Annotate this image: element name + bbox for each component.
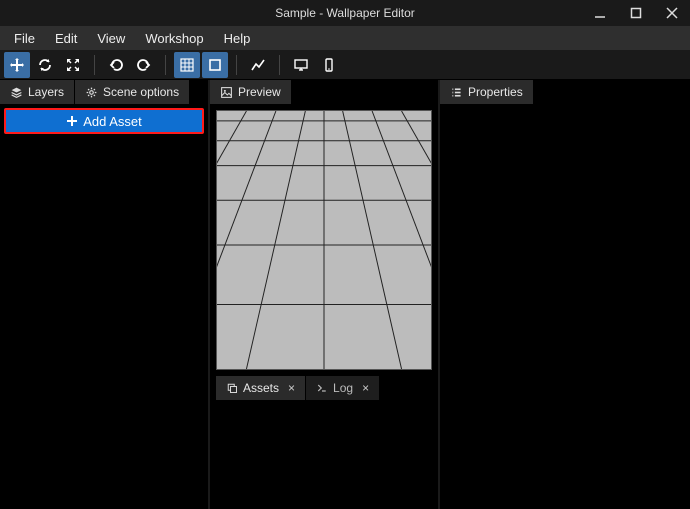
- toolbar-separator: [279, 55, 280, 75]
- tab-layers[interactable]: Layers: [0, 80, 75, 104]
- bounds-tool-button[interactable]: [202, 52, 228, 78]
- tab-layers-label: Layers: [28, 85, 64, 99]
- mobile-preview-button[interactable]: [316, 52, 342, 78]
- move-tool-button[interactable]: [4, 52, 30, 78]
- toolbar-separator: [165, 55, 166, 75]
- undo-button[interactable]: [103, 52, 129, 78]
- tab-preview[interactable]: Preview: [210, 80, 292, 104]
- preview-viewport[interactable]: [216, 110, 432, 370]
- gear-icon: [85, 86, 98, 99]
- tab-properties[interactable]: Properties: [440, 80, 534, 104]
- tab-scene-options[interactable]: Scene options: [75, 80, 190, 104]
- add-asset-button[interactable]: Add Asset: [4, 108, 204, 134]
- add-asset-label: Add Asset: [83, 114, 142, 129]
- menu-help[interactable]: Help: [214, 26, 261, 50]
- menu-edit[interactable]: Edit: [45, 26, 87, 50]
- menubar: File Edit View Workshop Help: [0, 26, 690, 50]
- close-button[interactable]: [654, 0, 690, 26]
- tab-log[interactable]: Log ×: [306, 376, 380, 400]
- tab-log-label: Log: [333, 381, 353, 395]
- left-panel: Layers Scene options Add Asset: [0, 80, 210, 509]
- minimize-button[interactable]: [582, 0, 618, 26]
- preview-area: Assets × Log ×: [210, 104, 438, 509]
- tab-assets[interactable]: Assets ×: [216, 376, 306, 400]
- tab-assets-label: Assets: [243, 381, 279, 395]
- terminal-icon: [316, 382, 328, 394]
- left-tab-strip: Layers Scene options: [0, 80, 208, 104]
- desktop-preview-button[interactable]: [288, 52, 314, 78]
- toolbar-separator: [236, 55, 237, 75]
- add-asset-wrap: Add Asset: [0, 104, 208, 138]
- stats-tool-button[interactable]: [245, 52, 271, 78]
- toolbar-separator: [94, 55, 95, 75]
- properties-panel-content: [440, 104, 690, 509]
- assets-panel-content: [216, 400, 432, 503]
- main-body: Layers Scene options Add Asset Preview: [0, 80, 690, 509]
- right-panel: Properties: [440, 80, 690, 509]
- copy-icon: [226, 382, 238, 394]
- menu-workshop[interactable]: Workshop: [135, 26, 213, 50]
- expand-tool-button[interactable]: [60, 52, 86, 78]
- menu-view[interactable]: View: [87, 26, 135, 50]
- grid-floor: [217, 111, 431, 369]
- middle-panel: Preview: [210, 80, 440, 509]
- preview-tab-strip: Preview: [210, 80, 438, 104]
- redo-button[interactable]: [131, 52, 157, 78]
- plus-icon: [66, 115, 78, 127]
- image-icon: [220, 86, 233, 99]
- bottom-tab-strip: Assets × Log ×: [216, 376, 432, 400]
- layers-icon: [10, 86, 23, 99]
- tab-properties-label: Properties: [468, 85, 523, 99]
- window-controls: [582, 0, 690, 26]
- tab-scene-options-label: Scene options: [103, 85, 179, 99]
- maximize-button[interactable]: [618, 0, 654, 26]
- close-icon[interactable]: ×: [288, 381, 295, 395]
- menu-file[interactable]: File: [4, 26, 45, 50]
- titlebar: Sample - Wallpaper Editor: [0, 0, 690, 26]
- tab-preview-label: Preview: [238, 85, 281, 99]
- right-tab-strip: Properties: [440, 80, 690, 104]
- close-icon[interactable]: ×: [362, 381, 369, 395]
- refresh-tool-button[interactable]: [32, 52, 58, 78]
- grid-tool-button[interactable]: [174, 52, 200, 78]
- toolbar: [0, 50, 690, 80]
- list-icon: [450, 86, 463, 99]
